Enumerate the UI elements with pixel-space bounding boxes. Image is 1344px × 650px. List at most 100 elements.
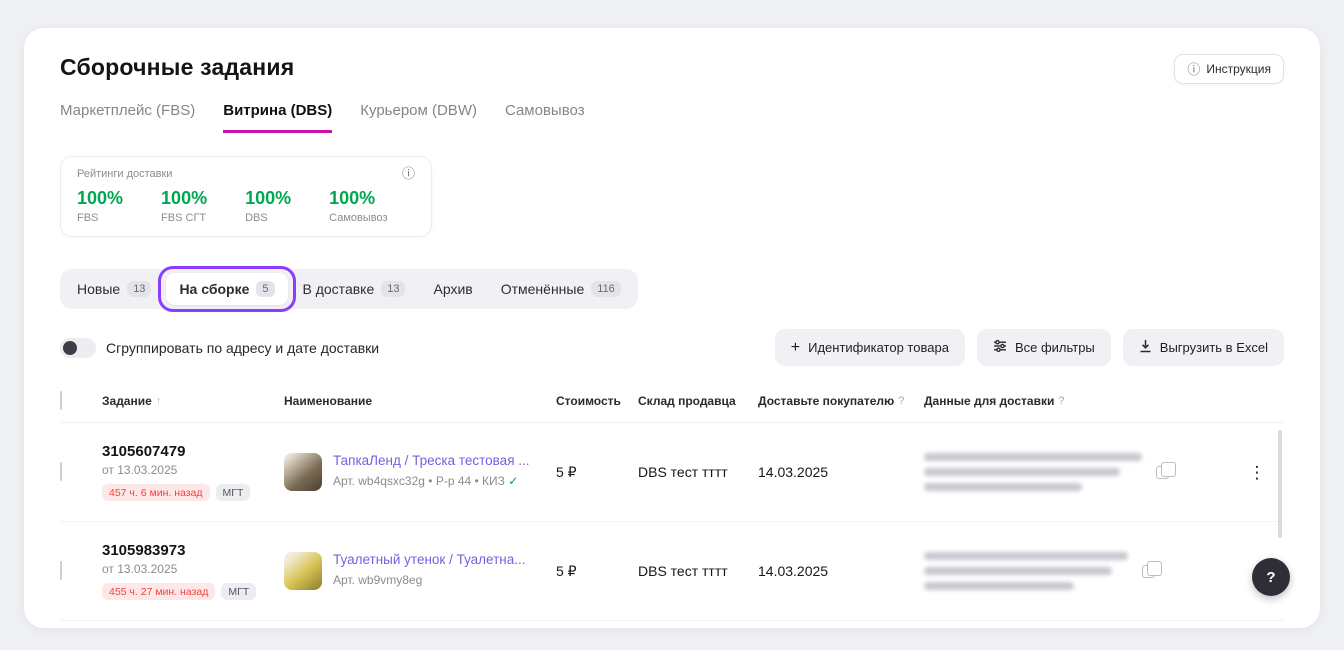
rating-label: Самовывоз <box>329 212 387 224</box>
ratings-info-icon[interactable]: ⓘ <box>402 167 415 180</box>
task-badges: 455 ч. 27 мин. назад МГТ <box>102 583 284 600</box>
product-image <box>284 552 322 590</box>
task-badges: 457 ч. 6 мин. назад МГТ <box>102 484 284 501</box>
status-tab-in-delivery[interactable]: В доставке 13 <box>290 273 419 305</box>
product-identifier-label: Идентификатор товара <box>808 340 949 355</box>
blurred-line <box>924 468 1120 476</box>
rating-value: 100% <box>77 188 123 209</box>
help-button[interactable]: ? <box>1252 558 1290 596</box>
help-icon[interactable]: ? <box>898 395 904 407</box>
blurred-line <box>924 483 1082 491</box>
header-price-label: Стоимость <box>556 394 621 408</box>
mgt-badge: МГТ <box>221 583 256 600</box>
all-filters-button[interactable]: Все фильтры <box>977 329 1111 366</box>
rating-label: DBS <box>245 212 291 224</box>
status-tab-label: На сборке <box>179 281 249 297</box>
header-task[interactable]: Задание ↑ <box>102 394 284 408</box>
group-by-address-toggle[interactable]: Сгруппировать по адресу и дате доставки <box>60 338 379 358</box>
row-checkbox[interactable] <box>60 561 62 580</box>
warehouse-cell: DBS тест тттт <box>638 563 758 579</box>
deliver-by-cell: 14.03.2025 <box>758 464 924 480</box>
status-tab-archive[interactable]: Архив <box>420 273 485 305</box>
export-excel-button[interactable]: Выгрузить в Excel <box>1123 329 1284 366</box>
instruction-button[interactable]: ⓘ Инструкция <box>1174 54 1284 84</box>
header-deliver-by: Доставьте покупателю ? <box>758 394 924 408</box>
page-header: Сборочные задания ⓘ Инструкция <box>60 54 1284 84</box>
sort-icon[interactable]: ↑ <box>156 395 162 407</box>
warehouse-cell: DBS тест тттт <box>638 464 758 480</box>
product-meta-text: Арт. wb9vmy8eg <box>333 573 422 587</box>
blurred-line <box>924 582 1074 590</box>
copy-icon[interactable] <box>1156 466 1169 479</box>
table-header-row: Задание ↑ Наименование Стоимость Склад п… <box>60 384 1284 423</box>
ratings-header: Рейтинги доставки ⓘ <box>77 167 415 180</box>
help-icon[interactable]: ? <box>1058 395 1064 407</box>
status-tab-new[interactable]: Новые 13 <box>64 273 164 305</box>
rating-label: FBS СГТ <box>161 212 207 224</box>
product-link[interactable]: ТапкаЛенд / Треска тестовая ... <box>333 453 530 470</box>
select-all-checkbox[interactable] <box>60 391 62 410</box>
export-excel-label: Выгрузить в Excel <box>1160 340 1268 355</box>
delivery-data-cell <box>924 552 1230 590</box>
product-meta-text: Арт. wb4qsxc32g • Р-р 44 • КИЗ <box>333 474 505 488</box>
toggle-switch[interactable] <box>60 338 96 358</box>
delivery-data-cell <box>924 453 1230 491</box>
main-card: Сборочные задания ⓘ Инструкция Маркетпле… <box>24 28 1320 628</box>
toggle-knob <box>63 341 77 355</box>
row-checkbox[interactable] <box>60 462 62 481</box>
product-cell: Туалетный утенок / Туалетна... Арт. wb9v… <box>284 552 556 590</box>
toolbar-buttons: + Идентификатор товара Все фильтры Выгру… <box>775 329 1284 366</box>
status-tab-label: В доставке <box>303 281 375 297</box>
header-product-label: Наименование <box>284 394 372 408</box>
task-cell: 3105983973 от 13.03.2025 455 ч. 27 мин. … <box>102 542 284 600</box>
row-menu-icon[interactable]: ⋮ <box>1230 460 1284 485</box>
table-row: 3105983973 от 13.03.2025 455 ч. 27 мин. … <box>60 522 1284 621</box>
blurred-line <box>924 552 1128 560</box>
blurred-line <box>924 567 1112 575</box>
status-tab-label: Архив <box>433 281 472 297</box>
price-cell: 5 ₽ <box>556 563 638 580</box>
table-row: 3105607479 от 13.03.2025 457 ч. 6 мин. н… <box>60 423 1284 522</box>
ratings-items: 100% FBS 100% FBS СГТ 100% DBS 100% Само… <box>77 188 415 224</box>
tab-courier-dbw[interactable]: Курьером (DBW) <box>360 102 477 133</box>
elapsed-badge: 455 ч. 27 мин. назад <box>102 583 215 600</box>
task-date: от 13.03.2025 <box>102 463 284 477</box>
delivery-type-tabs: Маркетплейс (FBS) Витрина (DBS) Курьером… <box>60 102 1284 134</box>
rating-samovyvoz: 100% Самовывоз <box>329 188 387 224</box>
status-tab-count: 13 <box>127 281 151 297</box>
copy-icon[interactable] <box>1142 565 1155 578</box>
all-filters-label: Все фильтры <box>1015 340 1095 355</box>
product-meta: Арт. wb9vmy8eg <box>333 573 526 587</box>
kiz-check-icon: ✓ <box>508 474 518 488</box>
page-title: Сборочные задания <box>60 54 294 81</box>
product-meta: Арт. wb4qsxc32g • Р-р 44 • КИЗ ✓ <box>333 474 530 488</box>
delivery-ratings-card: Рейтинги доставки ⓘ 100% FBS 100% FBS СГ… <box>60 156 432 237</box>
rating-value: 100% <box>329 188 387 209</box>
filters-icon <box>993 339 1007 356</box>
rating-label: FBS <box>77 212 123 224</box>
price-cell: 5 ₽ <box>556 464 638 481</box>
tab-samovyvoz[interactable]: Самовывоз <box>505 102 585 133</box>
rating-dbs: 100% DBS <box>245 188 291 224</box>
header-product: Наименование <box>284 394 556 408</box>
mgt-badge: МГТ <box>216 484 251 501</box>
status-tab-cancelled[interactable]: Отменённые 116 <box>488 273 634 305</box>
header-price: Стоимость <box>556 394 638 408</box>
scrollbar-thumb[interactable] <box>1278 430 1282 538</box>
list-toolbar: Сгруппировать по адресу и дате доставки … <box>60 329 1284 366</box>
product-info: ТапкаЛенд / Треска тестовая ... Арт. wb4… <box>333 453 530 488</box>
product-image <box>284 453 322 491</box>
product-identifier-button[interactable]: + Идентификатор товара <box>775 329 965 366</box>
elapsed-badge: 457 ч. 6 мин. назад <box>102 484 210 501</box>
product-link[interactable]: Туалетный утенок / Туалетна... <box>333 552 526 569</box>
toggle-label: Сгруппировать по адресу и дате доставки <box>106 340 379 356</box>
status-tab-assembling[interactable]: На сборке 5 <box>166 273 287 305</box>
product-info: Туалетный утенок / Туалетна... Арт. wb9v… <box>333 552 526 587</box>
tab-vitrina-dbs[interactable]: Витрина (DBS) <box>223 102 332 133</box>
header-delivery-data: Данные для доставки ? <box>924 394 1230 408</box>
tab-marketplace-fbs[interactable]: Маркетплейс (FBS) <box>60 102 195 133</box>
tasks-table: Задание ↑ Наименование Стоимость Склад п… <box>60 384 1284 621</box>
download-icon <box>1139 339 1152 356</box>
blurred-delivery-data <box>924 552 1128 590</box>
status-tab-count: 5 <box>256 281 274 297</box>
